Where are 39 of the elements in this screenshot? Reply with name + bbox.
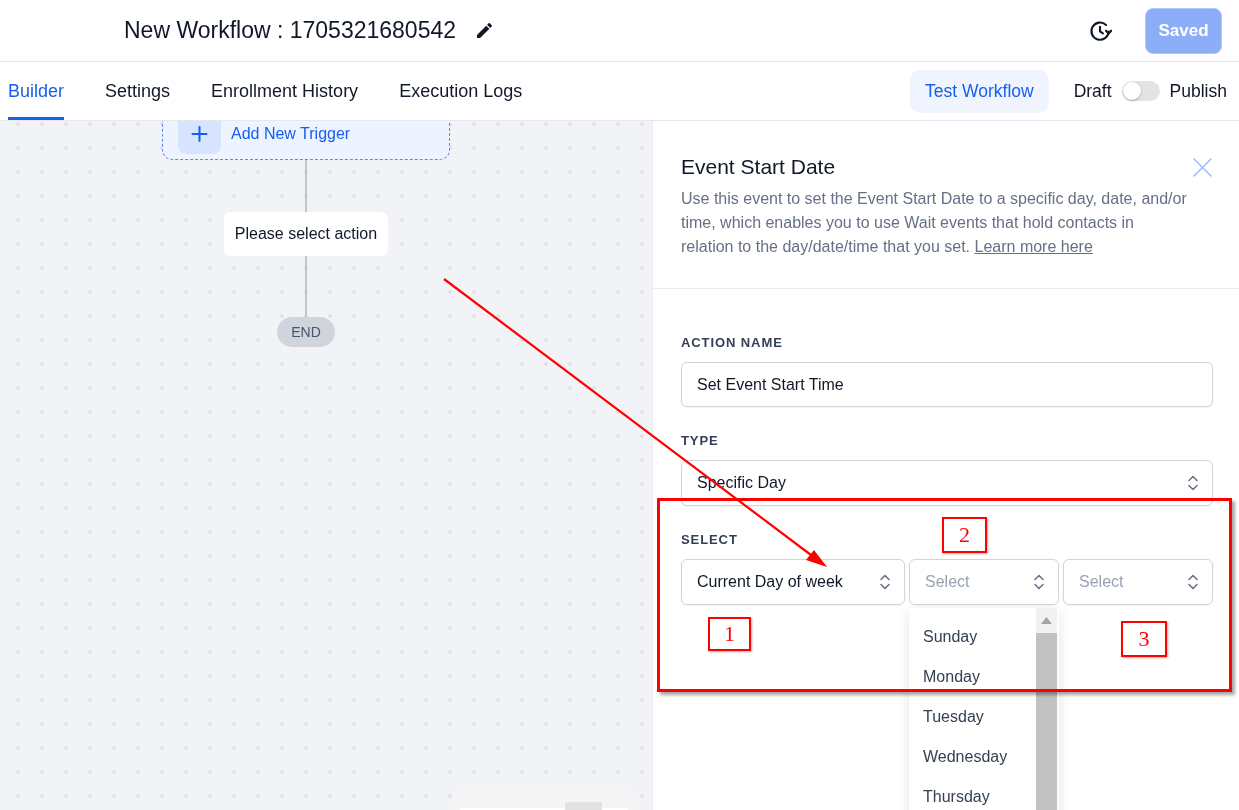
connector-line — [305, 160, 307, 212]
end-node: END — [277, 317, 335, 347]
field-label: SELECT — [681, 532, 738, 548]
connector-line — [305, 256, 307, 317]
dropdown-option[interactable]: Sunday — [909, 617, 1059, 657]
workflow-title: New Workflow : 1705321680542 — [124, 17, 456, 44]
trigger-label: Add New Trigger — [231, 124, 351, 143]
publish-label: Publish — [1169, 80, 1227, 102]
learn-more-link[interactable]: Learn more here — [974, 238, 1093, 255]
select-field[interactable]: Current Day of week — [681, 559, 905, 605]
dropdown-option[interactable]: Tuesday — [909, 697, 1059, 737]
dropdown-option[interactable]: Wednesday — [909, 737, 1059, 777]
tab[interactable]: Enrollment History — [211, 62, 359, 120]
field-label: ACTION NAME — [681, 335, 783, 351]
field-label: TYPE — [681, 433, 719, 449]
trigger-node[interactable]: Add New Trigger — [162, 121, 450, 160]
tab[interactable]: Settings — [105, 62, 171, 120]
publish-toggle[interactable] — [1121, 81, 1160, 101]
description-text: Use this event to set the Event Start Date to a specific day, date, and/or time, which enables you to use Wait events that hold contacts in relation to the day/date/time that you set. Learn more here — [681, 189, 1188, 257]
tab[interactable]: Execution Logs — [399, 62, 523, 120]
chevron-up-down-icon — [1188, 574, 1198, 590]
input-field[interactable]: Set Event Start Time — [681, 362, 1213, 407]
dropdown-option[interactable]: Monday — [909, 657, 1059, 697]
panel-title: Event Start Date — [681, 155, 836, 179]
edit-icon[interactable] — [477, 23, 492, 38]
scroll-up-icon[interactable] — [1041, 617, 1052, 624]
dropdown-option[interactable]: Thursday — [909, 777, 1059, 810]
action-node[interactable]: Please select action — [224, 212, 388, 256]
close-icon[interactable] — [1193, 157, 1212, 177]
chevron-up-down-icon — [880, 574, 890, 590]
chevron-up-down-icon — [1188, 475, 1198, 491]
chevron-up-down-icon — [1034, 574, 1044, 590]
annotation-number: 2 — [942, 517, 987, 553]
annotation-number: 1 — [708, 617, 751, 651]
history-icon[interactable] — [1089, 19, 1112, 42]
plus-icon — [178, 121, 221, 154]
test-workflow-button[interactable]: Test Workflow — [910, 69, 1049, 113]
draft-label: Draft — [1073, 80, 1112, 102]
annotation-number: 3 — [1121, 621, 1167, 657]
